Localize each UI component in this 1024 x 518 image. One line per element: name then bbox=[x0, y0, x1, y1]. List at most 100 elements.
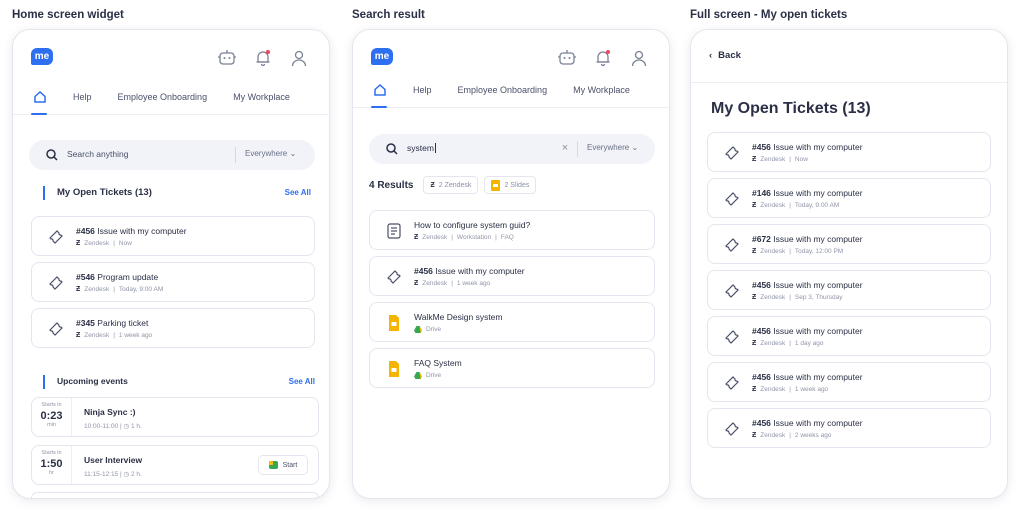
top-bar: me bbox=[371, 44, 653, 74]
ticket-title: Issue with my computer bbox=[97, 226, 187, 236]
zendesk-icon: Ƶ bbox=[414, 280, 419, 287]
search-result-item[interactable]: FAQ System Drive bbox=[369, 348, 655, 388]
ticket-item[interactable]: #456 Issue with my computer Ƶ Zendesk | N… bbox=[707, 132, 991, 172]
google-meet-icon bbox=[268, 461, 278, 469]
ticket-item[interactable]: #146 Issue with my computer Ƶ Zendesk | T… bbox=[707, 178, 991, 218]
ticket-time: 1 week ago bbox=[794, 386, 829, 393]
ticket-id: #456 bbox=[752, 326, 771, 336]
back-button[interactable]: ‹ Back bbox=[709, 50, 741, 61]
results-count: 4 Results bbox=[369, 179, 414, 191]
tab-help[interactable]: Help bbox=[73, 92, 92, 102]
bell-icon[interactable] bbox=[253, 48, 273, 68]
ticket-title: Parking ticket bbox=[97, 318, 149, 328]
search-result-item[interactable]: How to configure system guid? Ƶ Zendesk |… bbox=[369, 210, 655, 250]
search-bar[interactable]: Search anything Everywhere ⌄ bbox=[29, 140, 315, 170]
bot-icon[interactable] bbox=[217, 48, 237, 68]
zendesk-icon: Ƶ bbox=[430, 181, 435, 189]
ticket-id: #456 bbox=[414, 266, 433, 276]
bot-icon[interactable] bbox=[557, 48, 577, 68]
results-summary: 4 Results Ƶ2 Zendesk 2 Slides bbox=[369, 176, 537, 194]
ticket-item[interactable]: #672 Issue with my computer Ƶ Zendesk | T… bbox=[707, 224, 991, 264]
chip-label: 2 Zendesk bbox=[438, 181, 472, 189]
scope-label: Everywhere bbox=[587, 143, 630, 152]
ticket-item[interactable]: #456 Issue with my computer Ƶ Zendesk | S… bbox=[707, 270, 991, 310]
result-title: WalkMe Design system bbox=[414, 312, 503, 322]
search-icon bbox=[385, 142, 399, 156]
ticket-item[interactable]: #456 Issue with my computer Ƶ Zendesk | N… bbox=[31, 216, 315, 256]
ticket-time: Today, 9:00 AM bbox=[118, 286, 164, 293]
ticket-source: Zendesk bbox=[760, 294, 786, 301]
ticket-item[interactable]: #456 Issue with my computer Ƶ Zendesk | 1… bbox=[707, 316, 991, 356]
clear-icon[interactable]: × bbox=[559, 142, 571, 154]
ticket-icon bbox=[46, 227, 66, 247]
ticket-id: #456 bbox=[752, 372, 771, 382]
search-bar[interactable]: system × Everywhere ⌄ bbox=[369, 134, 655, 164]
search-result-item[interactable]: WalkMe Design system Drive bbox=[369, 302, 655, 342]
ticket-id: #546 bbox=[76, 272, 95, 282]
full-screen-card: ‹ Back My Open Tickets (13) #456 Issue w… bbox=[690, 29, 1008, 499]
ticket-item[interactable]: #546 Program update Ƶ Zendesk | Today, 9:… bbox=[31, 262, 315, 302]
event-item[interactable]: Starts in 0:23 min Ninja Sync :) 10:00-1… bbox=[31, 397, 319, 437]
nav-tabs: Help Employee Onboarding My Workplace bbox=[353, 78, 669, 108]
scope-label: Everywhere bbox=[245, 149, 288, 158]
ticket-time: Today, 9:00 AM bbox=[794, 202, 840, 209]
ticket-source: Zendesk bbox=[760, 432, 786, 439]
slides-filter-chip[interactable]: 2 Slides bbox=[484, 176, 537, 194]
ticket-item[interactable]: #456 Issue with my computer Ƶ Zendesk | 2… bbox=[707, 408, 991, 448]
article-icon bbox=[384, 221, 404, 241]
zendesk-icon: Ƶ bbox=[752, 432, 757, 439]
user-icon[interactable] bbox=[289, 48, 309, 68]
ticket-icon bbox=[722, 373, 742, 393]
user-icon[interactable] bbox=[629, 48, 649, 68]
event-countdown: Starts in 1:50 hr bbox=[32, 446, 72, 484]
tab-help[interactable]: Help bbox=[413, 85, 432, 95]
ticket-icon bbox=[722, 143, 742, 163]
zendesk-icon: Ƶ bbox=[414, 234, 419, 241]
ticket-id: #345 bbox=[76, 318, 95, 328]
me-logo[interactable]: me bbox=[31, 48, 53, 65]
search-input[interactable]: system bbox=[407, 143, 436, 153]
tab-employee-onboarding[interactable]: Employee Onboarding bbox=[458, 85, 548, 95]
ticket-id: #146 bbox=[752, 188, 771, 198]
bell-icon[interactable] bbox=[593, 48, 613, 68]
start-meeting-button[interactable]: Start bbox=[258, 455, 308, 475]
tab-my-workplace[interactable]: My Workplace bbox=[233, 92, 290, 102]
nav-tabs: Help Employee Onboarding My Workplace bbox=[13, 85, 329, 115]
event-title: User Interview bbox=[84, 455, 143, 465]
me-logo[interactable]: me bbox=[371, 48, 393, 65]
event-range: 10:00-11:00 bbox=[84, 423, 119, 430]
zendesk-icon: Ƶ bbox=[76, 286, 81, 293]
search-result-item[interactable]: #456 Issue with my computer Ƶ Zendesk | 1… bbox=[369, 256, 655, 296]
tab-employee-onboarding[interactable]: Employee Onboarding bbox=[118, 92, 208, 102]
scope-dropdown[interactable]: Everywhere ⌄ bbox=[587, 143, 638, 152]
header-divider bbox=[691, 82, 1007, 83]
ticket-item[interactable]: #345 Parking ticket Ƶ Zendesk | 1 week ag… bbox=[31, 308, 315, 348]
ticket-icon bbox=[46, 319, 66, 339]
zendesk-icon: Ƶ bbox=[752, 386, 757, 393]
ticket-time: Now bbox=[794, 156, 808, 163]
result-source: Zendesk bbox=[422, 280, 448, 287]
search-input[interactable]: Search anything bbox=[67, 149, 128, 159]
events-see-all-link[interactable]: See All bbox=[289, 377, 315, 386]
clock-icon: ◷ bbox=[123, 471, 130, 478]
zendesk-filter-chip[interactable]: Ƶ2 Zendesk bbox=[423, 176, 479, 194]
result-title: How to configure system guid? bbox=[414, 220, 531, 230]
event-item[interactable]: Starts in 1:50 hr User Interview 11:15-1… bbox=[31, 445, 319, 485]
home-icon[interactable] bbox=[373, 83, 387, 97]
scope-dropdown[interactable]: Everywhere ⌄ bbox=[245, 149, 296, 158]
ticket-time: Sep 3, Thursday bbox=[794, 294, 843, 301]
tab-my-workplace[interactable]: My Workplace bbox=[573, 85, 630, 95]
event-meta: 10:00-11:00 | ◷ 1 h. bbox=[84, 423, 142, 430]
drive-icon bbox=[414, 372, 422, 379]
ticket-icon bbox=[722, 419, 742, 439]
chip-label: 2 Slides bbox=[504, 181, 530, 189]
tickets-see-all-link[interactable]: See All bbox=[285, 188, 311, 197]
result-source: Drive bbox=[426, 372, 442, 379]
ticket-item[interactable]: #456 Issue with my computer Ƶ Zendesk | 1… bbox=[707, 362, 991, 402]
result-title: Issue with my computer bbox=[435, 266, 525, 276]
home-icon[interactable] bbox=[33, 90, 47, 104]
search-section-title: Search result bbox=[352, 9, 425, 21]
event-meta: 11:15-12:15 | ◷ 2 h. bbox=[84, 471, 142, 478]
ticket-title: Issue with my computer bbox=[773, 280, 863, 290]
event-range: 11:15-12:15 bbox=[84, 471, 119, 478]
